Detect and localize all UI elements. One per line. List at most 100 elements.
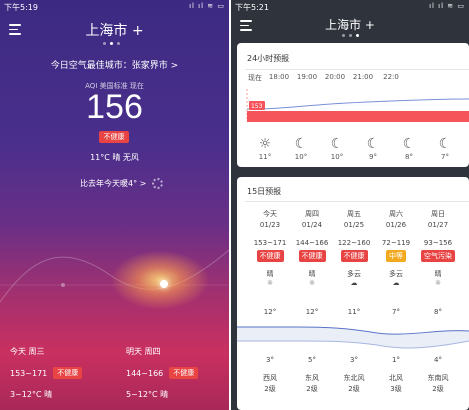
aqi-value: 156 <box>86 88 143 126</box>
today-forecast[interactable]: 今天 周三 153~171 不健康 3~12°C 晴 <box>10 346 83 410</box>
day-name[interactable]: 今天 <box>249 209 291 219</box>
today-temp: 3~12°C 晴 <box>10 390 53 399</box>
today-label: 今天 周三 <box>10 347 45 356</box>
day-low: 4° <box>434 356 442 364</box>
day-aqi: 72~119 <box>381 239 411 247</box>
day-date: 01/26 <box>385 221 407 229</box>
status-icons: ıl ıl ≋ ▭ <box>429 2 465 10</box>
day-name[interactable]: 周四 <box>291 209 333 219</box>
tomorrow-aqi-level: 不健康 <box>169 367 199 379</box>
day-weather: 晴 <box>266 270 274 278</box>
hour-temp: 10° <box>330 153 344 161</box>
tomorrow-forecast[interactable]: 明天 周四 144~166 不健康 5~12°C 晴 <box>126 346 199 410</box>
day-wind: 东南风 <box>427 374 449 382</box>
cloud-icon: ☁ <box>392 279 400 287</box>
status-bar: 下午5:21 ıl ıl ≋ ▭ <box>231 0 469 13</box>
sun-icon: ☼ <box>308 279 316 287</box>
hour-label: 19:00 <box>296 73 318 81</box>
divider <box>245 69 469 70</box>
tomorrow-label: 明天 周四 <box>126 347 161 356</box>
sun-path-marker <box>61 283 65 287</box>
right-phone-screen: 下午5:21 ıl ıl ≋ ▭ 上海市 + 24小时预报 现在 18:00 1… <box>231 0 469 410</box>
day-aqi: 153~171 <box>253 239 287 247</box>
day-low: 1° <box>392 356 400 364</box>
day-date: 01/23 <box>259 221 281 229</box>
day-icon-row: ☼ ☼ ☁ ☁ ☼ <box>249 279 459 287</box>
today-aqi-level: 不健康 <box>53 367 83 379</box>
sun-badge-icon[interactable] <box>152 178 164 189</box>
day-weather: 多云 <box>389 270 403 278</box>
hourly-aqi-chart: 153 <box>246 89 469 122</box>
city-title[interactable]: 上海市 + <box>0 20 229 40</box>
day-aqi: 93~156 <box>423 239 453 247</box>
divider <box>245 201 469 202</box>
day-name[interactable]: 周六 <box>375 209 417 219</box>
day-date: 01/24 <box>301 221 323 229</box>
hour-temp: 9° <box>369 153 377 161</box>
tomorrow-temp: 5~12°C 晴 <box>126 390 169 399</box>
day-level-badge: 不健康 <box>298 250 326 262</box>
page-dots <box>103 42 120 45</box>
day-date: 01/27 <box>427 221 449 229</box>
compare-text: 比去年今天暖4° > <box>80 179 147 188</box>
day-weather: 晴 <box>308 270 316 278</box>
moon-icon: ☾ <box>330 136 344 152</box>
day-aqi-row: 153~171 144~166 122~160 72~119 93~156 <box>249 239 459 247</box>
day-level-row: 不健康 不健康 不健康 中等 空气污染 <box>249 250 459 262</box>
day-wind-level-row: 2级 2级 2级 3级 2级 <box>249 384 459 394</box>
hourly-forecast-card: 24小时预报 现在 18:00 19:00 20:00 21:00 22:0 1… <box>237 43 469 167</box>
status-time: 下午5:19 <box>4 3 38 12</box>
status-time: 下午5:21 <box>235 3 269 12</box>
cloud-icon: ☁ <box>350 279 358 287</box>
hour-label: 20:00 <box>324 73 346 81</box>
status-icons: ıl ıl ≋ ▭ <box>189 2 225 10</box>
status-bar: 下午5:19 ıl ıl ≋ ▭ <box>0 0 229 13</box>
day-wind: 北风 <box>389 374 403 382</box>
day-name[interactable]: 周日 <box>417 209 459 219</box>
day-high: 12° <box>263 308 277 316</box>
aqi-trend-line <box>246 98 469 110</box>
day-wind-level: 2级 <box>306 385 318 393</box>
day-weather-row: 晴 晴 多云 多云 晴 <box>249 269 459 279</box>
today-aqi: 153~171 <box>10 368 48 378</box>
temp-range-chart <box>237 326 469 349</box>
sun-icon: ☼ <box>434 279 442 287</box>
day-wind-level: 2级 <box>348 385 360 393</box>
aqi-level-badge: 不健康 <box>99 131 129 143</box>
moon-icon: ☾ <box>438 136 452 152</box>
day-high: 12° <box>305 308 319 316</box>
day-low: 3° <box>266 356 274 364</box>
day-wind-level: 2级 <box>432 385 444 393</box>
hourly-temp-row: 11° 10° 10° 9° 8° 7° <box>247 153 463 161</box>
hour-temp: 11° <box>258 153 272 161</box>
page-dots <box>342 34 359 37</box>
best-air-city-link[interactable]: 今日空气最佳城市：张家界市 > <box>0 58 229 71</box>
day-high: 11° <box>347 308 361 316</box>
day-date-row: 01/23 01/24 01/25 01/26 01/27 <box>249 221 459 229</box>
day-wind: 西风 <box>263 374 277 382</box>
day-name[interactable]: 周五 <box>333 209 375 219</box>
hour-temp: 8° <box>405 153 413 161</box>
day-wind: 东北风 <box>343 374 365 382</box>
day-high: 8° <box>434 308 442 316</box>
moon-icon: ☾ <box>402 136 416 152</box>
current-condition: 11°C 晴 无风 <box>90 153 139 162</box>
moon-icon: ☾ <box>294 136 308 152</box>
day-aqi: 144~166 <box>295 239 329 247</box>
hour-label: 21:00 <box>352 73 374 81</box>
day-wind-level: 3级 <box>390 385 402 393</box>
compare-last-year-link[interactable]: 比去年今天暖4° > <box>80 178 164 189</box>
screenshot-root: 下午5:19 ıl ıl ≋ ▭ 上海市 + 今日空气最佳城市：张家界市 > A… <box>0 0 469 410</box>
aqi-band <box>247 111 469 122</box>
hour-temp: 7° <box>441 153 449 161</box>
day-level-badge: 不健康 <box>256 250 284 262</box>
hourly-title: 24小时预报 <box>247 54 290 63</box>
day-low-row: 3° 5° 3° 1° 4° <box>249 356 459 364</box>
city-title[interactable]: 上海市 + <box>231 16 469 33</box>
day-wind-level: 2级 <box>264 385 276 393</box>
day-name-row: 今天 周四 周五 周六 周日 <box>249 209 459 219</box>
tomorrow-aqi: 144~166 <box>126 368 164 378</box>
now-aqi-tag-text: 153 <box>251 103 263 110</box>
sun-icon: ☼ <box>258 136 272 152</box>
day-date: 01/25 <box>343 221 365 229</box>
